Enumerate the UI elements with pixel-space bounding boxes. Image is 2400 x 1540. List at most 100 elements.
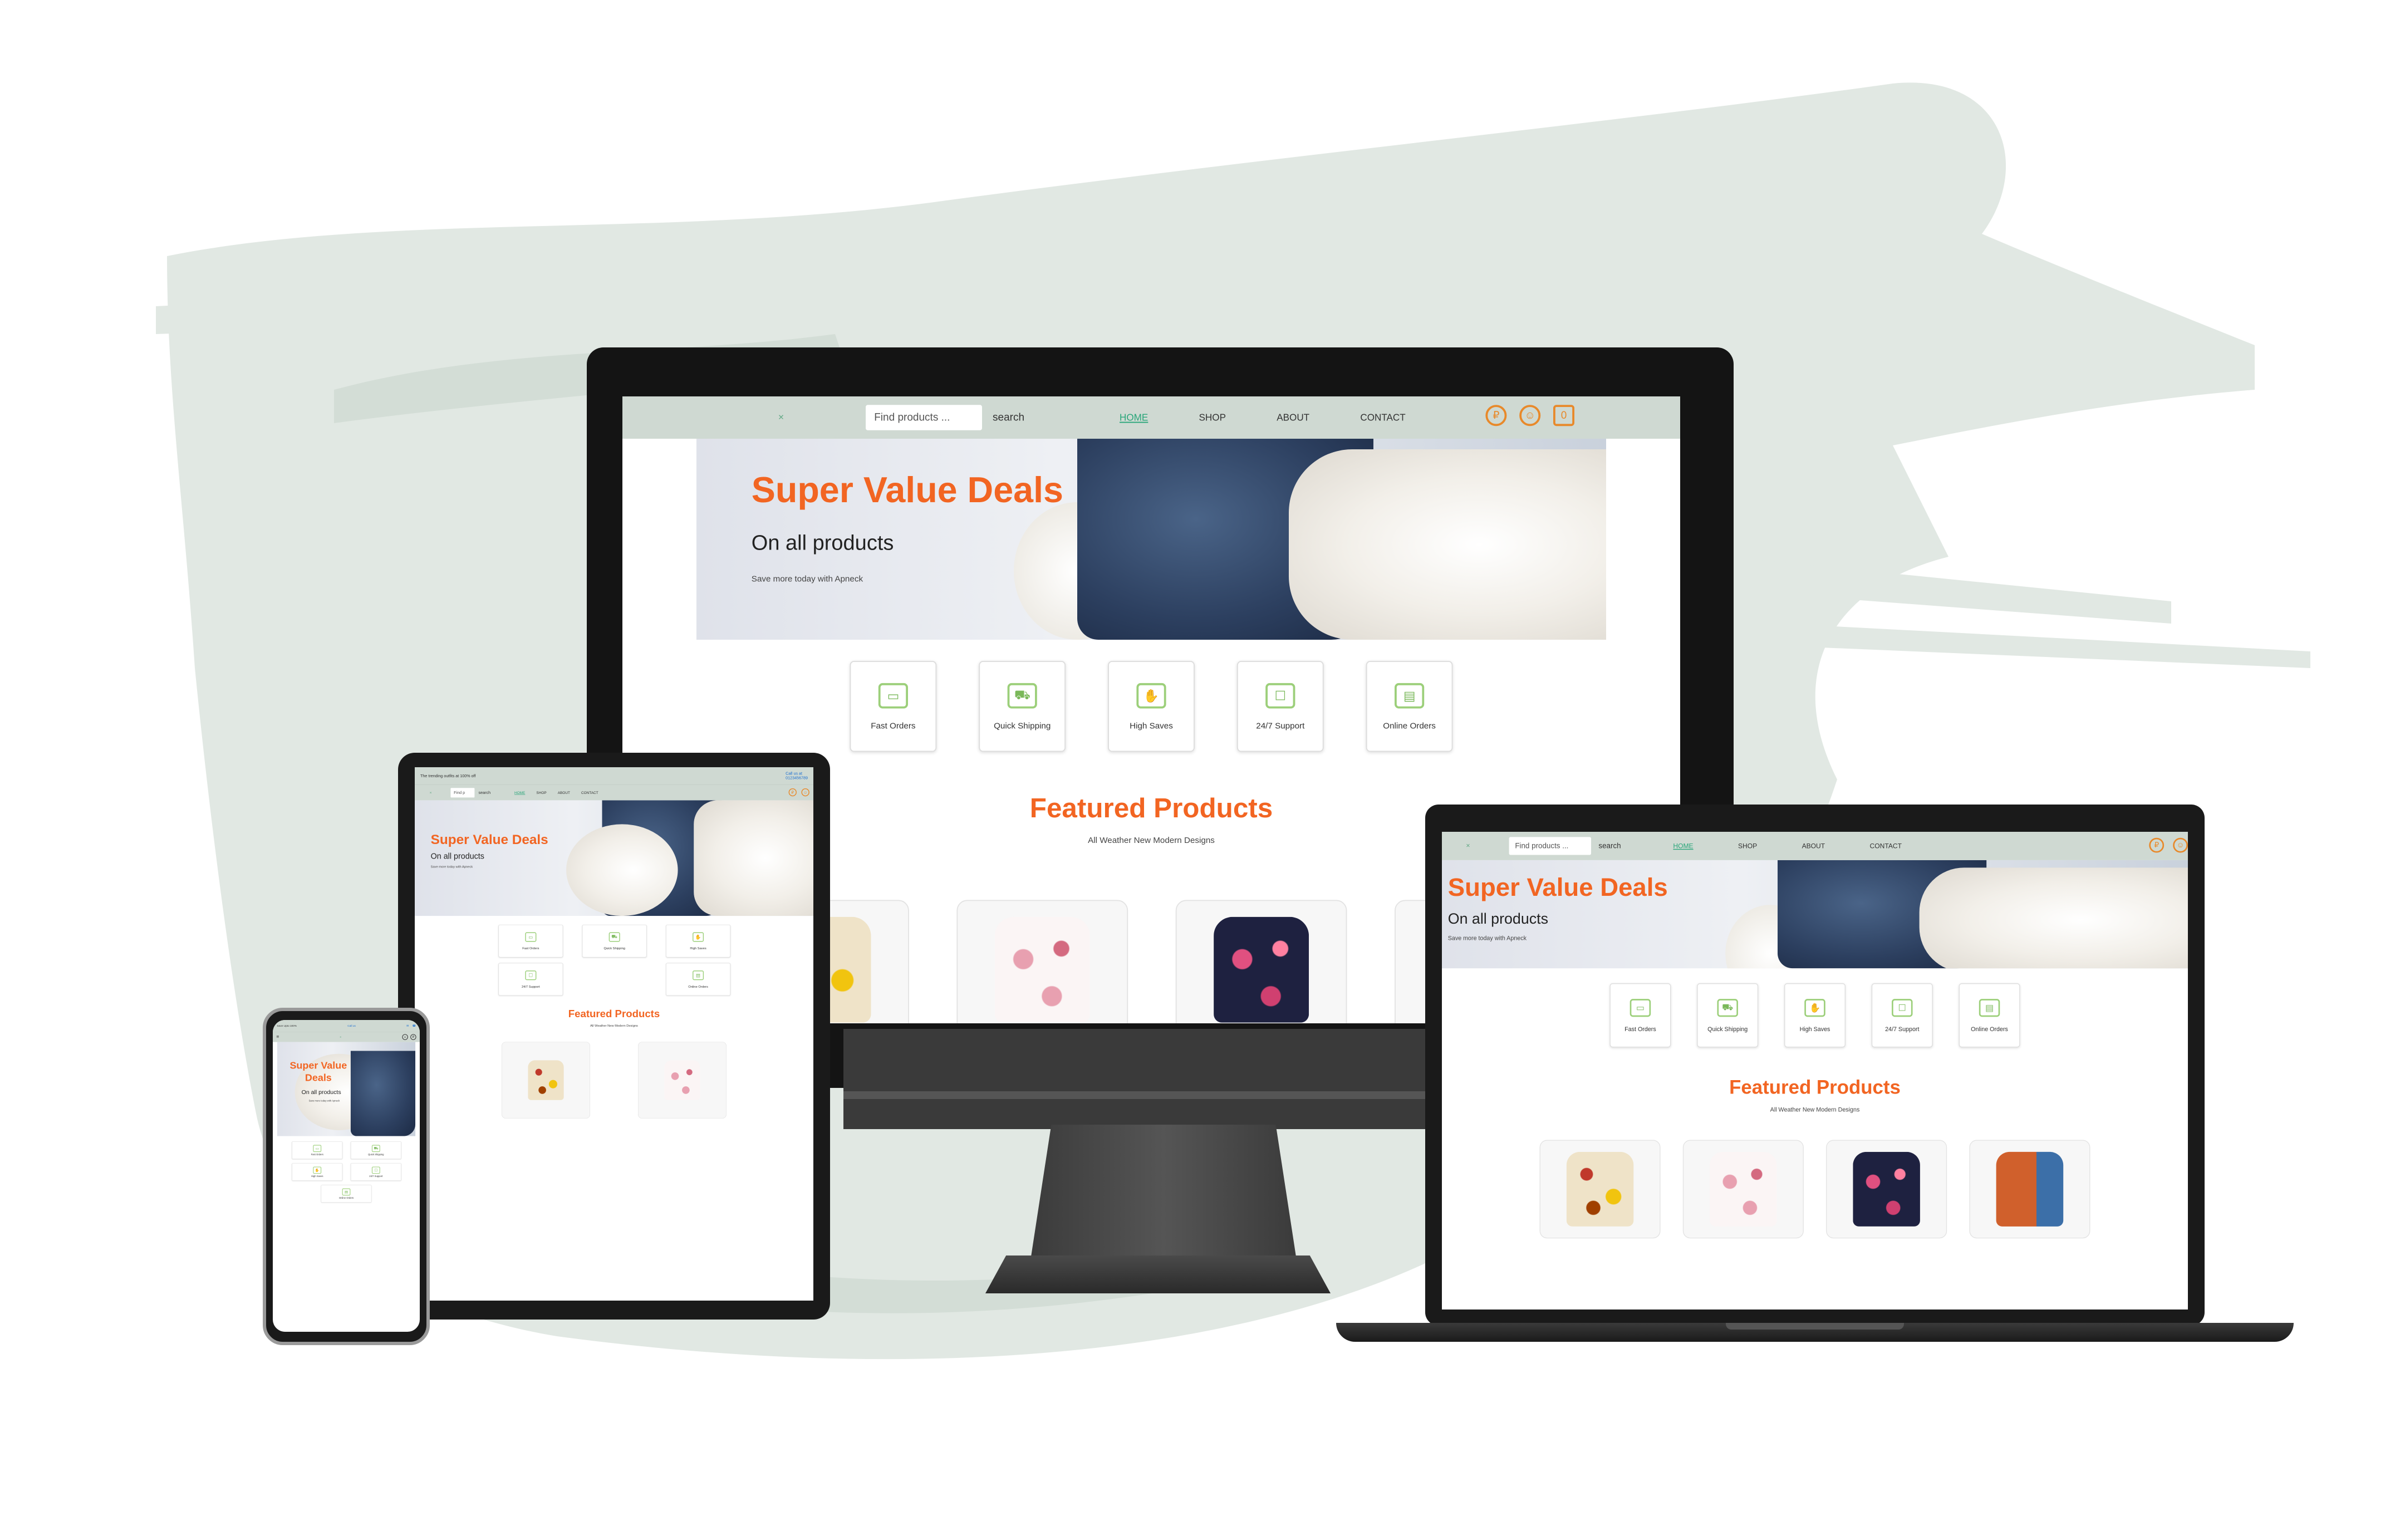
- featured-subtitle: All Weather New Modern Designs: [590, 1024, 638, 1028]
- nav-home[interactable]: HOME: [1673, 842, 1693, 850]
- browser-icon: ☐: [371, 1166, 380, 1174]
- feature-label: Online Orders: [338, 1196, 354, 1199]
- search-input[interactable]: Find products ...: [866, 405, 982, 430]
- feature-high-saves[interactable]: ✋ High Saves: [292, 1163, 343, 1181]
- feature-label: Fast Orders: [522, 946, 539, 950]
- feature-support[interactable]: ☐ 24/7 Support: [1871, 983, 1933, 1048]
- nav-contact[interactable]: CONTACT: [581, 791, 598, 794]
- currency-icon[interactable]: ₽: [788, 788, 797, 797]
- search-input[interactable]: Find p: [450, 788, 475, 798]
- features-grid: ▭ Fast Orders ⛟ Quick Shipping ✋ High Saves…: [273, 1141, 420, 1203]
- feature-label: Quick Shipping: [368, 1152, 384, 1156]
- search-button[interactable]: search: [993, 412, 1024, 424]
- feature-label: Fast Orders: [1624, 1025, 1656, 1032]
- product-card[interactable]: [1682, 1140, 1804, 1239]
- search-button[interactable]: search: [479, 791, 490, 795]
- product-card[interactable]: [1175, 900, 1347, 1023]
- feature-quick-shipping[interactable]: ⛟ Quick Shipping: [1697, 983, 1759, 1048]
- mail-icon[interactable]: ✉: [406, 1024, 409, 1027]
- feature-label: 24/7 Support: [369, 1174, 383, 1178]
- nav-shop[interactable]: SHOP: [536, 791, 546, 794]
- pos-terminal-icon: ▤: [342, 1188, 351, 1195]
- product-card[interactable]: [956, 900, 1128, 1023]
- feature-label: Quick Shipping: [994, 720, 1051, 730]
- search-input[interactable]: Find products ...: [1509, 837, 1591, 855]
- currency-icon[interactable]: ₽: [2149, 837, 2165, 853]
- feature-online-orders[interactable]: ▤ Online Orders: [1959, 983, 2020, 1048]
- hero-title: Super Value Deals: [289, 1060, 347, 1083]
- user-icon[interactable]: ☺: [801, 788, 809, 797]
- feature-high-saves[interactable]: ✋ High Saves: [1784, 983, 1846, 1048]
- contact-info: Call us at 0123456789: [786, 772, 808, 781]
- hand-coin-icon: ✋: [313, 1166, 322, 1174]
- product-card[interactable]: [1826, 1140, 1947, 1239]
- nav-shop[interactable]: SHOP: [1738, 842, 1757, 850]
- feature-quick-shipping[interactable]: ⛟ Quick Shipping: [979, 661, 1066, 752]
- nav-shop[interactable]: SHOP: [1199, 413, 1226, 423]
- hero-banner: Super Value Deals On all products Save m…: [415, 800, 813, 916]
- user-icon[interactable]: ☺: [2173, 837, 2188, 853]
- feature-support[interactable]: ☐ 24/7 Support: [1236, 661, 1324, 752]
- hero-note: Save more today with Apneck: [430, 865, 473, 869]
- nav-about[interactable]: ABOUT: [1802, 842, 1825, 850]
- nav-about[interactable]: ABOUT: [1277, 413, 1309, 423]
- feature-high-saves[interactable]: ✋ High Saves: [1108, 661, 1195, 752]
- main-menu: HOME SHOP ABOUT CONTACT: [514, 791, 598, 794]
- product-grid: [415, 1042, 813, 1119]
- phone-icon[interactable]: ☎: [413, 1024, 416, 1027]
- feature-fast-orders[interactable]: ▭ Fast Orders: [850, 661, 937, 752]
- feature-support[interactable]: ☐ 24/7 Support: [350, 1163, 401, 1181]
- nav-bar: ✕ Find products ... search HOME SHOP ABO…: [1442, 832, 2188, 860]
- product-card[interactable]: [502, 1042, 591, 1119]
- menu-icon[interactable]: ≡: [276, 1034, 279, 1040]
- feature-fast-orders[interactable]: ▭ Fast Orders: [498, 924, 563, 958]
- feature-online-orders[interactable]: ▤ Online Orders: [321, 1185, 372, 1203]
- nav-about[interactable]: ABOUT: [558, 791, 570, 794]
- features-row: ▭ Fast Orders ⛟ Quick Shipping ✋ High Saves…: [622, 661, 1680, 752]
- site-logo[interactable]: ✕: [423, 789, 439, 797]
- nav-home[interactable]: HOME: [1120, 413, 1148, 423]
- product-grid: [1442, 1140, 2188, 1239]
- feature-support[interactable]: ☐ 24/7 Support: [498, 963, 563, 996]
- user-icon[interactable]: ☺: [402, 1034, 408, 1040]
- phone-number[interactable]: 0123456789: [786, 776, 808, 781]
- hero-title: Super Value Deals: [1447, 874, 1668, 902]
- currency-icon[interactable]: ₽: [1485, 405, 1507, 426]
- site-logo[interactable]: ✕: [340, 1036, 342, 1038]
- product-image: [1213, 916, 1309, 1023]
- featured-title: Featured Products: [1729, 1076, 1901, 1098]
- phone-site: Save Upto 100% Call us ✉ ☎ ≡ ✕ ☺ ₽ Super…: [273, 1020, 420, 1203]
- call-label[interactable]: Call us: [347, 1024, 356, 1027]
- feature-high-saves[interactable]: ✋ High Saves: [666, 924, 731, 958]
- nav-home[interactable]: HOME: [514, 791, 525, 794]
- truck-icon: ⛟: [371, 1145, 380, 1152]
- truck-icon: ⛟: [1007, 682, 1037, 708]
- product-card[interactable]: [1539, 1140, 1661, 1239]
- nav-contact[interactable]: CONTACT: [1360, 413, 1405, 423]
- hero-title: Super Value Deals: [751, 470, 1063, 511]
- monitor-stand-neck: [1030, 1125, 1297, 1264]
- nav-icons: ₽ ☺ 0: [1485, 405, 1574, 426]
- user-icon[interactable]: ☺: [1519, 405, 1541, 426]
- feature-online-orders[interactable]: ▤ Online Orders: [1366, 661, 1453, 752]
- feature-quick-shipping[interactable]: ⛟ Quick Shipping: [350, 1141, 401, 1159]
- site-logo[interactable]: ✕: [1453, 838, 1483, 854]
- product-card[interactable]: [637, 1042, 727, 1119]
- site-logo[interactable]: ✕: [760, 407, 802, 428]
- feature-fast-orders[interactable]: ▭ Fast Orders: [1609, 983, 1671, 1048]
- search-button[interactable]: search: [1598, 842, 1621, 850]
- promo-text: The trending outfits at 100% off: [420, 773, 476, 778]
- currency-icon[interactable]: ₽: [410, 1034, 416, 1040]
- hero-subtitle: On all products: [1447, 911, 1548, 928]
- feature-online-orders[interactable]: ▤ Online Orders: [666, 963, 731, 996]
- feature-quick-shipping[interactable]: ⛟ Quick Shipping: [582, 924, 647, 958]
- nav-contact[interactable]: CONTACT: [1870, 842, 1902, 850]
- product-card[interactable]: [1969, 1140, 2090, 1239]
- feature-label: 24/7 Support: [521, 984, 540, 989]
- product-image: [1853, 1151, 1920, 1227]
- feature-fast-orders[interactable]: ▭ Fast Orders: [292, 1141, 343, 1159]
- cart-icon[interactable]: 0: [1553, 405, 1574, 426]
- truck-icon: ⛟: [1717, 998, 1738, 1017]
- browser-icon: ☐: [1265, 682, 1295, 708]
- monitor-icon: ▭: [1630, 998, 1651, 1017]
